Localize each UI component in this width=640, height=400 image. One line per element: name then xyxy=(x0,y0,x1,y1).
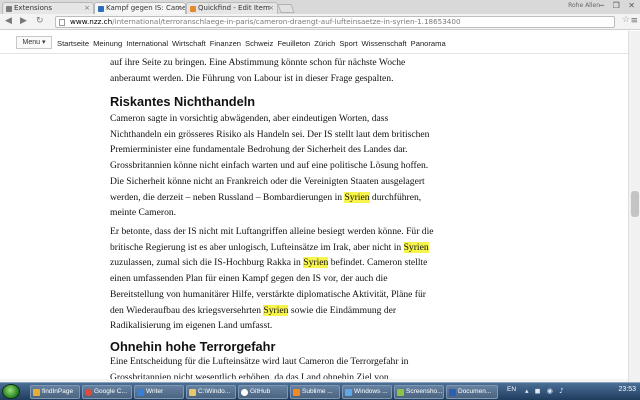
search-highlight: Syrien xyxy=(303,257,329,269)
quickfind-favicon-icon xyxy=(190,6,196,12)
url-path: /international/terroranschlaege-in-paris… xyxy=(112,17,461,26)
chrome-icon xyxy=(85,389,92,396)
settings-wrench-icon[interactable]: ≡ xyxy=(630,16,638,26)
url-host: www.nzz.ch xyxy=(70,17,113,26)
close-tab-icon[interactable]: × xyxy=(268,3,274,14)
writer-icon xyxy=(137,389,144,396)
close-tab-icon[interactable]: × xyxy=(176,3,182,14)
bookmark-star-icon[interactable]: ☆ xyxy=(622,15,630,25)
nav-link-international[interactable]: International xyxy=(126,39,168,48)
nav-link-feuilleton[interactable]: Feuilleton xyxy=(277,39,310,48)
menu-button[interactable]: Menu ▾ xyxy=(16,36,52,49)
search-highlight: Syrien xyxy=(403,241,429,253)
tab-extensions[interactable]: Extensions × xyxy=(2,2,94,14)
subheading-ohnehin-hohe-terrorgefahr: Ohnehin hohe Terrorgefahr xyxy=(110,339,276,354)
taskbar-button-explorer[interactable]: C:\Windo... xyxy=(186,385,236,399)
taskbar-label: Writer xyxy=(146,388,164,395)
reload-icon[interactable]: ↻ xyxy=(36,16,44,27)
system-tray-icons[interactable]: ▴ ◼ ◉ ♪ xyxy=(525,387,566,395)
taskbar-button-sublime[interactable]: Sublime ... xyxy=(290,385,340,399)
taskbar-button-document[interactable]: Documen... xyxy=(446,385,498,399)
paragraph-text: Er betonte, dass der IS nicht mit Luftan… xyxy=(110,226,434,253)
nav-link-wissenschaft[interactable]: Wissenschaft xyxy=(362,39,407,48)
folder-icon xyxy=(33,389,40,396)
tab-title: Quickfind - Edit Item xyxy=(198,4,270,12)
nav-link-wirtschaft[interactable]: Wirtschaft xyxy=(172,39,206,48)
browser-toolbar: ◀ ▶ ↻ www.nzz.ch/international/terrorans… xyxy=(0,14,640,30)
address-bar[interactable]: www.nzz.ch/international/terroranschlaeg… xyxy=(55,16,615,28)
search-highlight: Syrien xyxy=(263,304,289,316)
nav-link-panorama[interactable]: Panorama xyxy=(411,39,446,48)
search-highlight: Syrien xyxy=(344,191,370,203)
github-icon xyxy=(241,389,248,396)
tab-strip: Extensions × Kampf gegen IS: Cameron × Q… xyxy=(0,0,640,14)
window-controls[interactable]: ─ ❐ ✕ xyxy=(599,1,638,10)
taskbar-label: Sublime ... xyxy=(302,388,333,395)
nav-link-finanzen[interactable]: Finanzen xyxy=(210,39,241,48)
screenshot-icon xyxy=(397,389,404,396)
nav-link-startseite[interactable]: Startseite xyxy=(57,39,89,48)
nav-link-zuerich[interactable]: Zürich xyxy=(314,39,335,48)
windows-taskbar: findInPage Google C... Writer C:\Windo..… xyxy=(0,382,640,400)
language-indicator[interactable]: EN xyxy=(507,386,516,393)
taskbar-label: Screensho... xyxy=(406,388,443,395)
word-document-icon xyxy=(449,389,456,396)
new-tab-button[interactable] xyxy=(277,4,295,13)
subheading-riskantes-nichthandeln: Riskantes Nichthandeln xyxy=(110,94,256,109)
tab-kampf-gegen-is[interactable]: Kampf gegen IS: Cameron × xyxy=(94,2,186,14)
nav-link-sport[interactable]: Sport xyxy=(339,39,357,48)
paragraph-cameron-plan: Er betonte, dass der IS nicht mit Luftan… xyxy=(110,224,435,334)
back-arrow-icon[interactable]: ◀ xyxy=(5,16,12,27)
start-button-icon[interactable] xyxy=(2,384,20,399)
taskbar-label: GitHub xyxy=(250,388,271,395)
taskbar-button-google-chrome[interactable]: Google C... xyxy=(82,385,132,399)
extensions-favicon-icon xyxy=(6,6,12,12)
page-icon xyxy=(59,19,65,26)
section-links: Startseite Meinung International Wirtsch… xyxy=(57,39,446,48)
folder-icon xyxy=(189,389,196,396)
taskbar-label: Documen... xyxy=(458,388,492,395)
close-tab-icon[interactable]: × xyxy=(84,3,90,14)
nzz-favicon-icon xyxy=(98,6,104,12)
taskbar-button-github[interactable]: GitHub xyxy=(238,385,288,399)
page-scrollbar[interactable] xyxy=(628,31,640,382)
taskbar-label: Windows ... xyxy=(354,388,388,395)
paragraph-text: Cameron sagte in vorsichtig abwägenden, … xyxy=(110,113,430,203)
tab-title: Extensions xyxy=(14,4,53,12)
forward-arrow-icon[interactable]: ▶ xyxy=(20,16,27,27)
nav-link-meinung[interactable]: Meinung xyxy=(93,39,122,48)
paragraph-text: zuzulassen, zumal sich die IS-Hochburg R… xyxy=(110,257,304,269)
taskbar-button-writer[interactable]: Writer xyxy=(134,385,184,399)
taskbar-button-findinpage[interactable]: findInPage xyxy=(30,385,80,399)
paragraph-cameron-risk: Cameron sagte in vorsichtig abwägenden, … xyxy=(110,111,435,221)
sublime-icon xyxy=(293,389,300,396)
taskbar-button-windows[interactable]: Windows ... xyxy=(342,385,392,399)
tab-quickfind[interactable]: Quickfind - Edit Item × xyxy=(186,2,278,14)
site-navigation: Menu ▾ Startseite Meinung International … xyxy=(0,31,628,54)
taskbar-label: Google C... xyxy=(94,388,127,395)
user-label[interactable]: Rohe Allen xyxy=(568,2,600,9)
paragraph-intro: auf ihre Seite zu bringen. Eine Abstimmu… xyxy=(110,57,406,84)
scrollbar-thumb[interactable] xyxy=(631,191,639,217)
clock[interactable]: 23:53 xyxy=(618,386,636,393)
nav-link-schweiz[interactable]: Schweiz xyxy=(245,39,273,48)
taskbar-label: C:\Windo... xyxy=(198,388,231,395)
taskbar-label: findInPage xyxy=(42,388,74,395)
windows-app-icon xyxy=(345,389,352,396)
taskbar-button-screenshot[interactable]: Screensho... xyxy=(394,385,444,399)
tab-title: Kampf gegen IS: Cameron xyxy=(106,4,186,12)
